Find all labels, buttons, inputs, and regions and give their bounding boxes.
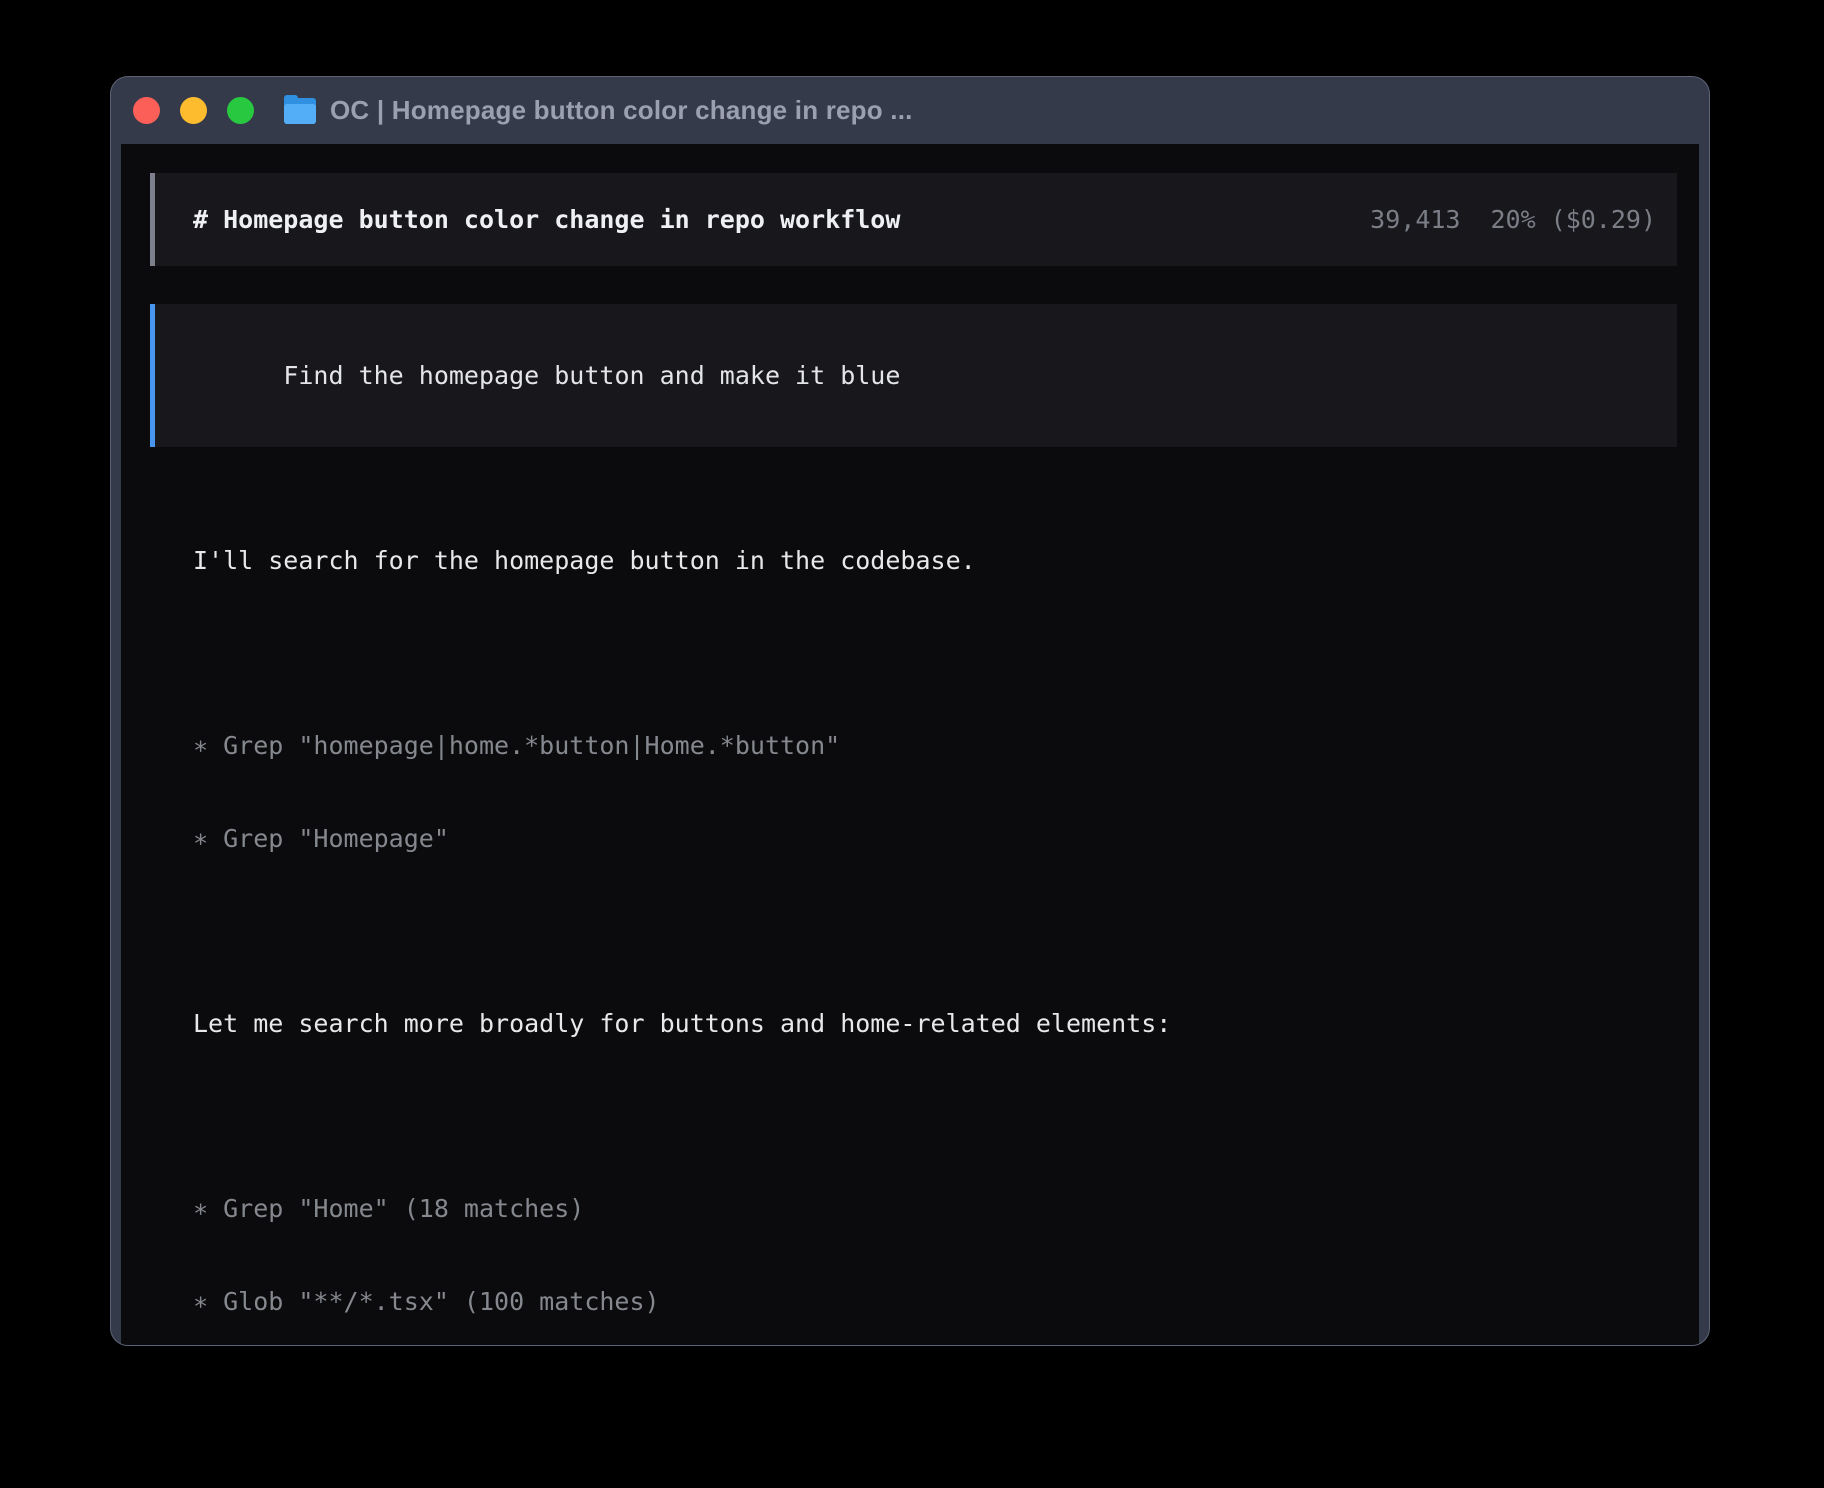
assistant-text: Let me search more broadly for buttons a…	[193, 946, 1677, 1101]
tool-call: ∗ Glob "**/*.tsx" (100 matches)	[193, 1286, 1677, 1317]
user-message: Find the homepage button and make it blu…	[150, 304, 1677, 447]
session-stats: 39,413 20% ($0.29)	[1370, 204, 1656, 235]
assistant-text: I'll search for the homepage button in t…	[193, 483, 1677, 638]
window-titlebar[interactable]: OC | Homepage button color change in rep…	[111, 77, 1709, 144]
window-title: OC | Homepage button color change in rep…	[330, 95, 913, 126]
token-count: 39,413	[1370, 204, 1460, 235]
terminal-viewport[interactable]: # Homepage button color change in repo w…	[121, 144, 1699, 1345]
folder-icon	[284, 98, 316, 124]
user-message-text: Find the homepage button and make it blu…	[283, 361, 900, 390]
tool-call: ∗ Grep "Home" (18 matches)	[193, 1193, 1677, 1224]
tool-call: ∗ Grep "Homepage"	[193, 823, 1677, 854]
tool-call: ∗ Grep "homepage|home.*button|Home.*butt…	[193, 730, 1677, 761]
zoom-button[interactable]	[227, 97, 254, 124]
minimize-button[interactable]	[180, 97, 207, 124]
session-title: # Homepage button color change in repo w…	[193, 204, 900, 235]
terminal-window: OC | Homepage button color change in rep…	[110, 76, 1710, 1346]
session-header: # Homepage button color change in repo w…	[150, 173, 1677, 266]
tool-calls-search: ∗ Grep "Home" (18 matches) ∗ Glob "**/*.…	[193, 1131, 1677, 1345]
assistant-transcript: I'll search for the homepage button in t…	[150, 483, 1677, 1345]
context-usage: 20%	[1490, 204, 1535, 235]
session-cost: ($0.29)	[1551, 204, 1656, 235]
tool-calls-grep: ∗ Grep "homepage|home.*button|Home.*butt…	[193, 668, 1677, 916]
close-button[interactable]	[133, 97, 160, 124]
